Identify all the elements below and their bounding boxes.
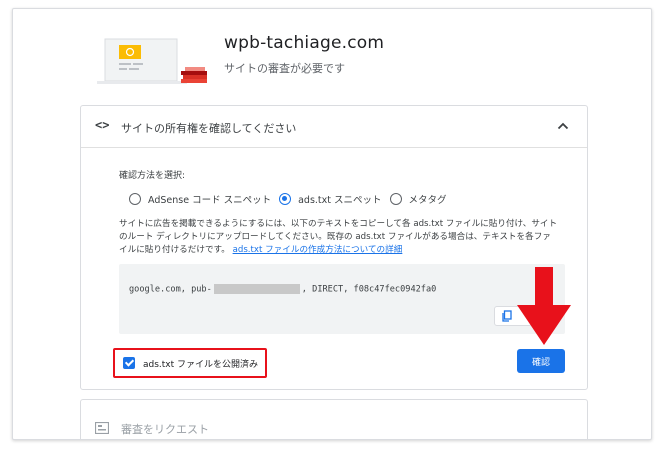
radio-button[interactable] (389, 193, 402, 205)
copy-icon (502, 310, 512, 322)
radio-label: メタタグ (408, 195, 447, 206)
request-review-label: 審査をリクエスト (121, 423, 209, 436)
published-checkbox-highlight[interactable]: ads.txt ファイルを公開済み (113, 348, 267, 378)
site-name: wpb-tachiage.com (224, 33, 385, 53)
code-suffix: , DIRECT, f08c47fec0942fa0 (301, 284, 437, 295)
verification-method-radio-group: AdSense コード スニペット ads.txt スニペット メタタグ (129, 190, 455, 208)
code-brackets-icon: <> (95, 118, 110, 132)
radio-button[interactable] (129, 193, 141, 205)
published-checkbox[interactable] (123, 357, 135, 369)
site-status-subtitle: サイトの審査が必要です (224, 62, 345, 75)
site-illustration-icon (97, 38, 207, 84)
ads-txt-code-box: google.com, pub- , DIRECT, f08c47fec0942f… (119, 264, 565, 334)
radio-ads-txt-snippet[interactable]: ads.txt スニペット (279, 192, 382, 206)
site-review-card: wpb-tachiage.com サイトの審査が必要です <> サイトの所有権を… (12, 8, 652, 440)
radio-button-selected[interactable] (279, 193, 292, 205)
method-label: 確認方法を選択: (119, 171, 186, 181)
published-checkbox-label: ads.txt ファイルを公開済み (143, 359, 259, 370)
ownership-section: <> サイトの所有権を確認してください 確認方法を選択: AdSense コード… (80, 105, 588, 390)
redacted-publisher-id (213, 284, 300, 294)
chevron-up-icon[interactable] (555, 118, 571, 134)
confirm-button[interactable]: 確認 (517, 349, 565, 373)
help-link[interactable]: ads.txt ファイルの作成方法についての詳細 (233, 245, 403, 255)
review-request-icon (95, 422, 109, 434)
radio-meta-tag[interactable]: メタタグ (389, 192, 447, 206)
ownership-section-title: サイトの所有権を確認してください (121, 122, 297, 135)
ads-txt-code: google.com, pub- , DIRECT, f08c47fec0942f… (129, 284, 436, 295)
code-prefix: google.com, pub- (129, 284, 212, 295)
ownership-section-header[interactable]: <> サイトの所有権を確認してください (81, 106, 587, 148)
instructions-text: サイトに広告を掲載できるようにするには、以下のテキストをコピーして各 ads.t… (119, 218, 559, 257)
radio-label: AdSense コード スニペット (148, 195, 272, 206)
radio-label: ads.txt スニペット (298, 195, 382, 206)
radio-adsense-snippet[interactable]: AdSense コード スニペット (129, 192, 271, 206)
annotation-arrow-icon (517, 267, 571, 345)
request-review-section[interactable]: 審査をリクエスト (80, 399, 588, 439)
